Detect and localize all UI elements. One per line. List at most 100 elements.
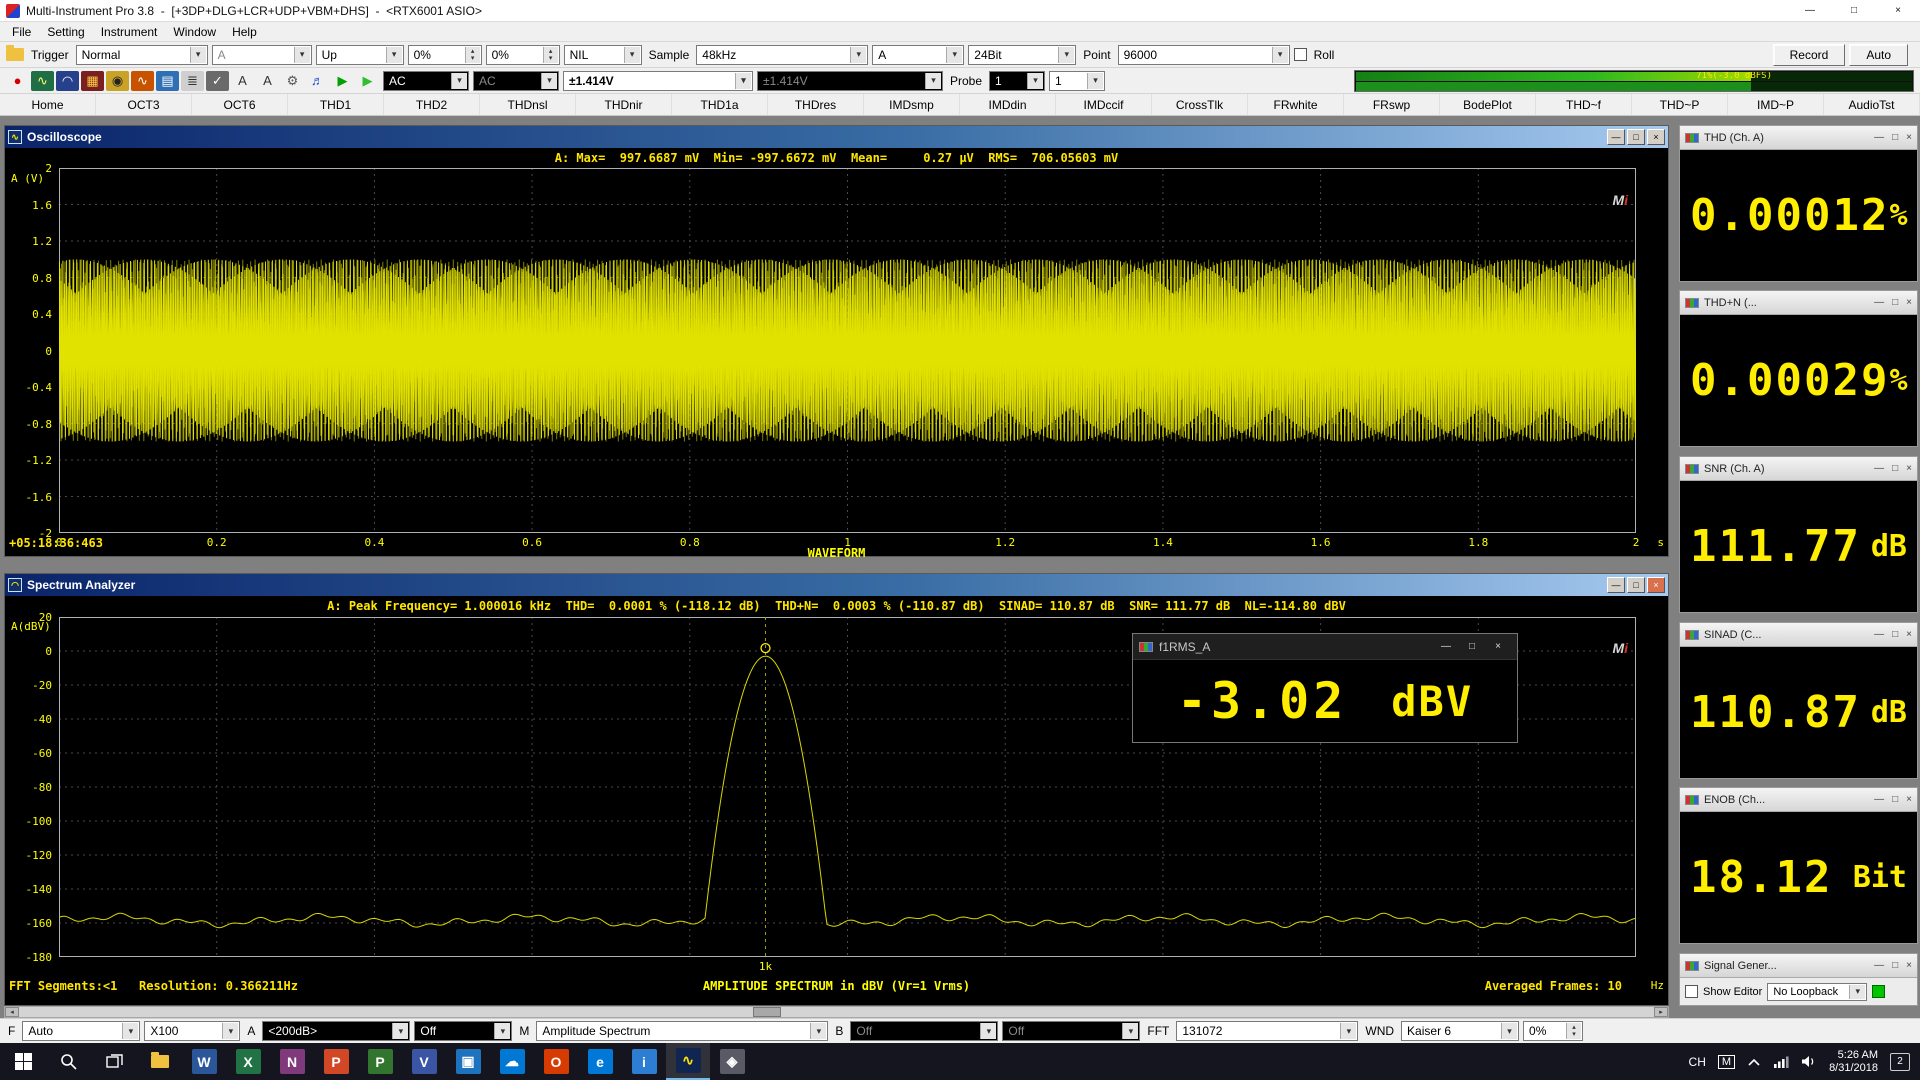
trigger-hpf-select[interactable]: NIL (564, 45, 642, 65)
network-icon[interactable] (1773, 1056, 1789, 1068)
maximize-button[interactable]: □ (1892, 960, 1898, 971)
close-button[interactable]: × (1906, 132, 1912, 143)
meter-titlebar[interactable]: THD (Ch. A) — □ × (1680, 126, 1917, 150)
maximize-button[interactable]: □ (1892, 629, 1898, 640)
language-indicator[interactable]: CH (1689, 1055, 1706, 1069)
maximize-button[interactable]: □ (1892, 297, 1898, 308)
minimize-button[interactable]: — (1874, 297, 1884, 308)
menu-setting[interactable]: Setting (39, 25, 92, 39)
horizontal-scrollbar[interactable]: ◂ ▸ (4, 1006, 1669, 1018)
open-file-icon[interactable] (6, 48, 24, 61)
minimize-button[interactable]: — (1607, 129, 1625, 145)
tab-frwhite[interactable]: FRwhite (1248, 94, 1344, 115)
freq-axis-mode-select[interactable]: Auto (22, 1021, 140, 1041)
multimeter-icon[interactable]: ◉ (106, 71, 129, 91)
tab-thd1a[interactable]: THD1a (672, 94, 768, 115)
window-function-select[interactable]: Kaiser 6 (1401, 1021, 1519, 1041)
maximize-button[interactable]: □ (1892, 132, 1898, 143)
sample-rate-select[interactable]: 48kHz (696, 45, 868, 65)
close-button[interactable]: × (1485, 637, 1511, 657)
loopback-play-icon[interactable]: ▶ (356, 71, 379, 91)
probe-a-select[interactable]: 1 (989, 71, 1045, 91)
tab-bodeplot[interactable]: BodePlot (1440, 94, 1536, 115)
taskbar-onedrive[interactable]: ☁ (490, 1043, 534, 1080)
menu-window[interactable]: Window (165, 25, 224, 39)
meter-titlebar[interactable]: THD+N (... — □ × (1680, 291, 1917, 315)
tab-thdres[interactable]: THDres (768, 94, 864, 115)
tab-thdnsl[interactable]: THDnsl (480, 94, 576, 115)
maximize-button[interactable]: □ (1892, 794, 1898, 805)
sample-channel-select[interactable]: A (872, 45, 964, 65)
tab-home[interactable]: Home (0, 94, 96, 115)
roll-checkbox[interactable] (1294, 48, 1307, 61)
sample-bits-select[interactable]: 24Bit (968, 45, 1076, 65)
tab-imdccif[interactable]: IMDccif (1056, 94, 1152, 115)
signal-generator-titlebar[interactable]: Signal Gener... — □ × (1680, 954, 1917, 978)
close-button[interactable]: × (1647, 577, 1665, 593)
play-icon[interactable]: ▶ (331, 71, 354, 91)
close-button[interactable]: × (1906, 463, 1912, 474)
a-range-select[interactable]: <200dB> (262, 1021, 410, 1041)
fft-size-select[interactable]: 131072 (1176, 1021, 1358, 1041)
tab-audiotst[interactable]: AudioTst (1824, 94, 1920, 115)
oscilloscope-icon[interactable]: ∿ (31, 71, 54, 91)
close-button[interactable]: × (1647, 129, 1665, 145)
meter-titlebar[interactable]: SNR (Ch. A) — □ × (1680, 457, 1917, 481)
notification-icon[interactable]: 2 (1890, 1053, 1910, 1071)
maximize-button[interactable]: □ (1627, 129, 1645, 145)
b-range-select[interactable]: Off (850, 1021, 998, 1041)
scrollbar-thumb[interactable] (753, 1007, 781, 1017)
tab-thd-p[interactable]: THD~P (1632, 94, 1728, 115)
oscilloscope-plot[interactable] (59, 168, 1636, 533)
taskbar-project[interactable]: P (358, 1043, 402, 1080)
close-button[interactable]: × (1906, 629, 1912, 640)
taskbar-edge[interactable]: e (578, 1043, 622, 1080)
close-button[interactable]: × (1906, 794, 1912, 805)
task-view-button[interactable] (92, 1043, 138, 1080)
menu-instrument[interactable]: Instrument (93, 25, 166, 39)
tray-chevron-icon[interactable] (1747, 1057, 1761, 1067)
menu-file[interactable]: File (4, 25, 39, 39)
tab-oct3[interactable]: OCT3 (96, 94, 192, 115)
minimize-button[interactable]: — (1874, 960, 1884, 971)
taskbar-word[interactable]: W (182, 1043, 226, 1080)
clock[interactable]: 5:26 AM 8/31/2018 (1829, 1049, 1878, 1075)
run-icon[interactable]: ● (6, 71, 29, 91)
taskbar-info[interactable]: i (622, 1043, 666, 1080)
taskbar-onenote[interactable]: N (270, 1043, 314, 1080)
oscilloscope-titlebar[interactable]: ∿ Oscilloscope — □ × (5, 126, 1668, 148)
trigger-level-spinner[interactable]: 0% (408, 45, 482, 65)
maximize-button[interactable]: □ (1459, 637, 1485, 657)
minimize-button[interactable]: — (1874, 629, 1884, 640)
auto-button[interactable]: Auto (1849, 44, 1908, 66)
tab-frswp[interactable]: FRswp (1344, 94, 1440, 115)
meter-titlebar[interactable]: ENOB (Ch... — □ × (1680, 788, 1917, 812)
tab-thd-f[interactable]: THD~f (1536, 94, 1632, 115)
device-test-plan-icon[interactable]: ✓ (206, 71, 229, 91)
spectrum-analyzer-icon[interactable]: ◠ (56, 71, 79, 91)
start-button[interactable] (0, 1043, 46, 1080)
b-mode-select[interactable]: Off (1002, 1021, 1140, 1041)
tab-thd2[interactable]: THD2 (384, 94, 480, 115)
tab-thd1[interactable]: THD1 (288, 94, 384, 115)
x-zoom-select[interactable]: X100 (144, 1021, 240, 1041)
show-editor-checkbox[interactable] (1685, 985, 1698, 998)
signal-generator-icon[interactable]: ∿ (131, 71, 154, 91)
spectrum-type-select[interactable]: Amplitude Spectrum (536, 1021, 828, 1041)
range-b-select[interactable]: ±1.414V (757, 71, 943, 91)
sound-device-icon[interactable]: ♬ (306, 71, 329, 91)
tab-oct6[interactable]: OCT6 (192, 94, 288, 115)
volume-icon[interactable] (1801, 1055, 1817, 1068)
ime-indicator[interactable]: M (1718, 1055, 1735, 1069)
loopback-select[interactable]: No Loopback (1767, 983, 1867, 1001)
data-logger-icon[interactable]: ▤ (156, 71, 179, 91)
scroll-left-arrow-icon[interactable]: ◂ (5, 1007, 19, 1017)
spectrum-3d-plot-icon[interactable]: ▦ (81, 71, 104, 91)
f1rms-titlebar[interactable]: f1RMS_A — □ × (1133, 634, 1517, 660)
trigger-source-select[interactable]: A (212, 45, 312, 65)
range-a-select[interactable]: ±1.414V (563, 71, 753, 91)
spectrum-titlebar[interactable]: ◠ Spectrum Analyzer — □ × (5, 574, 1668, 596)
tab-imddin[interactable]: IMDdin (960, 94, 1056, 115)
font-small-icon[interactable]: A (231, 71, 254, 91)
settings-wrench-icon[interactable]: ⚙ (281, 71, 304, 91)
